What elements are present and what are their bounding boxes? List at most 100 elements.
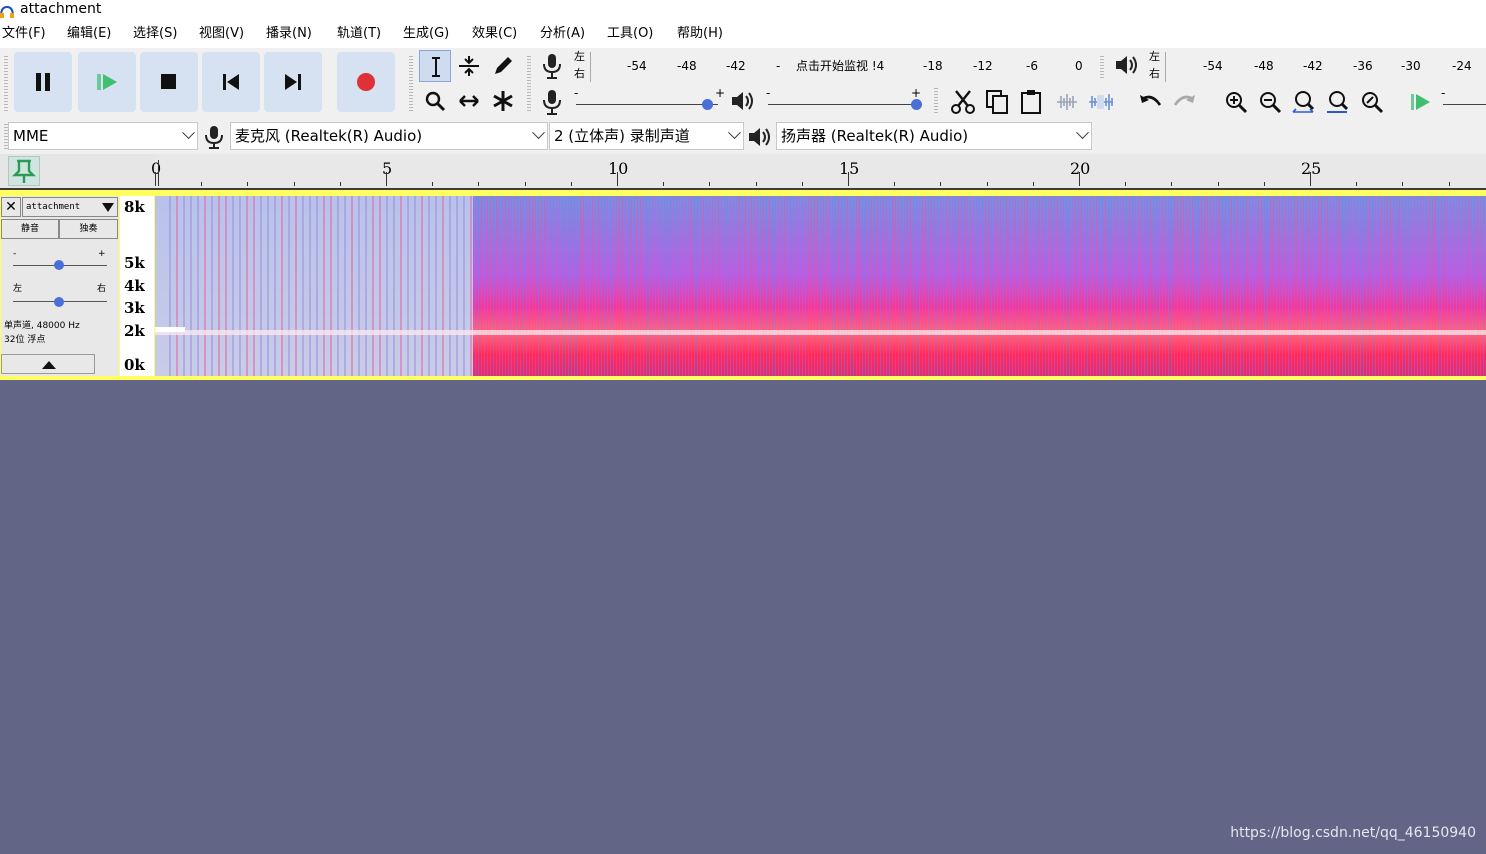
skip-to-start-button[interactable] bbox=[202, 52, 260, 112]
spectrogram-stripe bbox=[274, 196, 276, 376]
spectrogram-stripe bbox=[1153, 196, 1154, 376]
spectrogram-stripe bbox=[1342, 196, 1343, 376]
spectrogram-stripe bbox=[295, 196, 297, 376]
spectrogram-stripe bbox=[493, 196, 494, 376]
draw-tool-button[interactable] bbox=[487, 50, 519, 82]
menu-analyze[interactable]: 分析(A) bbox=[540, 25, 585, 43]
audio-host-select[interactable]: MME bbox=[8, 122, 198, 150]
spectrogram-stripe bbox=[1231, 196, 1232, 376]
record-meter-microphone-icon[interactable] bbox=[540, 52, 564, 84]
time-shift-tool-button[interactable] bbox=[453, 85, 485, 117]
spectrogram-stripe bbox=[634, 196, 635, 376]
menu-effect[interactable]: 效果(C) bbox=[472, 25, 517, 43]
skip-to-end-button[interactable] bbox=[264, 52, 322, 112]
spectrogram-stripe bbox=[499, 196, 500, 376]
spectrogram-stripe bbox=[1309, 196, 1310, 376]
spectrogram-stripe bbox=[1072, 196, 1073, 376]
zoom-in-button[interactable] bbox=[1219, 85, 1251, 117]
fit-project-button[interactable] bbox=[1321, 85, 1353, 117]
silence-audio-button[interactable] bbox=[1084, 85, 1116, 117]
spectrogram-stripe bbox=[871, 196, 872, 376]
play-button[interactable] bbox=[78, 52, 136, 112]
spectrogram-stripe bbox=[1180, 196, 1181, 376]
spectrogram-stripe bbox=[517, 196, 518, 376]
spectrogram-stripe bbox=[1414, 196, 1415, 376]
spectrogram-stripe bbox=[892, 196, 893, 376]
recording-device-select[interactable]: 麦克风 (Realtek(R) Audio) bbox=[230, 122, 548, 150]
spectrogram-stripe bbox=[727, 196, 728, 376]
menu-edit[interactable]: 编辑(E) bbox=[67, 25, 111, 43]
playback-volume-thumb[interactable] bbox=[911, 99, 922, 110]
recording-channels-select[interactable]: 2 (立体声) 录制声道 bbox=[549, 122, 744, 150]
toolbar-grip[interactable] bbox=[4, 54, 8, 112]
spectrogram-stripe bbox=[218, 196, 220, 376]
playback-device-select[interactable]: 扬声器 (Realtek(R) Audio) bbox=[776, 122, 1092, 150]
undo-button[interactable] bbox=[1134, 85, 1166, 117]
spectrogram-stripe bbox=[1108, 196, 1109, 376]
solo-button[interactable]: 独奏 bbox=[59, 219, 118, 239]
spectrogram-stripe bbox=[1348, 196, 1349, 376]
menu-file[interactable]: 文件(F) bbox=[2, 25, 46, 43]
playhead-marker[interactable] bbox=[155, 160, 161, 186]
pin-playhead-button[interactable] bbox=[8, 156, 40, 186]
toolbar-grip[interactable] bbox=[934, 86, 938, 114]
track-name-menu[interactable]: attachment bbox=[22, 197, 118, 217]
spectrogram-stripe bbox=[1105, 196, 1106, 376]
gain-slider-thumb[interactable] bbox=[54, 260, 64, 270]
spectrogram-stripe bbox=[1111, 196, 1112, 376]
selection-tool-button[interactable] bbox=[419, 50, 451, 82]
zoom-toggle-button[interactable] bbox=[1355, 85, 1387, 117]
spectrogram-stripe bbox=[1210, 196, 1211, 376]
trim-audio-button[interactable] bbox=[1050, 85, 1082, 117]
spectrogram-image bbox=[155, 196, 1486, 376]
spectrogram-stripe bbox=[781, 196, 782, 376]
playback-meter-speaker-icon[interactable] bbox=[1114, 52, 1140, 82]
spectrogram-stripe bbox=[922, 196, 923, 376]
spectrogram-stripe bbox=[1141, 196, 1142, 376]
mute-button[interactable]: 静音 bbox=[1, 219, 59, 239]
play-at-speed-button[interactable] bbox=[1404, 85, 1436, 117]
toolbar-grip[interactable] bbox=[409, 54, 413, 112]
menu-select[interactable]: 选择(S) bbox=[133, 25, 177, 43]
multi-tool-button[interactable] bbox=[487, 85, 519, 117]
menu-view[interactable]: 视图(V) bbox=[199, 25, 244, 43]
spectrogram-stripe bbox=[802, 196, 803, 376]
playback-volume-slider[interactable] bbox=[768, 104, 918, 105]
monitor-prompt[interactable]: 点击开始监视 !4 bbox=[796, 59, 884, 73]
fit-selection-button[interactable] bbox=[1287, 85, 1319, 117]
toolbar-grip[interactable] bbox=[527, 54, 531, 112]
envelope-tool-button[interactable] bbox=[453, 50, 485, 82]
copy-button[interactable] bbox=[981, 85, 1013, 117]
zoom-fit-project-icon bbox=[1327, 91, 1349, 113]
toolbar-grip[interactable] bbox=[1100, 54, 1104, 80]
spectrogram-view[interactable] bbox=[155, 196, 1486, 376]
ruler-tick bbox=[293, 182, 295, 186]
pause-button[interactable] bbox=[14, 52, 72, 112]
record-button[interactable] bbox=[337, 52, 395, 112]
zoom-tool-button[interactable] bbox=[419, 85, 451, 117]
spectrogram-stripe bbox=[204, 196, 206, 376]
timeline-ruler-track[interactable] bbox=[155, 154, 1486, 190]
redo-button[interactable] bbox=[1167, 85, 1199, 117]
spectrogram-stripe bbox=[1378, 196, 1379, 376]
paste-button[interactable] bbox=[1015, 85, 1047, 117]
close-track-button[interactable]: ✕ bbox=[1, 197, 21, 217]
collapse-track-button[interactable] bbox=[1, 354, 95, 374]
spectrogram-stripe bbox=[1384, 196, 1385, 376]
play-speed-slider[interactable] bbox=[1443, 104, 1486, 105]
spectrogram-stripe bbox=[601, 196, 602, 376]
menu-generate[interactable]: 生成(G) bbox=[403, 25, 449, 43]
spectrogram-stripe bbox=[1222, 196, 1223, 376]
menu-help[interactable]: 帮助(H) bbox=[677, 25, 723, 43]
recording-volume-slider[interactable] bbox=[576, 104, 718, 105]
pan-slider-thumb[interactable] bbox=[54, 297, 64, 307]
menu-tracks[interactable]: 轨道(T) bbox=[337, 25, 381, 43]
stop-button[interactable] bbox=[140, 52, 198, 112]
cut-button[interactable] bbox=[946, 85, 978, 117]
spectrogram-stripe bbox=[949, 196, 950, 376]
menu-transport[interactable]: 播录(N) bbox=[266, 25, 312, 43]
recording-volume-thumb[interactable] bbox=[702, 99, 713, 110]
zoom-out-button[interactable] bbox=[1253, 85, 1285, 117]
menu-tools[interactable]: 工具(O) bbox=[607, 25, 653, 43]
spectrogram-stripe bbox=[1066, 196, 1067, 376]
